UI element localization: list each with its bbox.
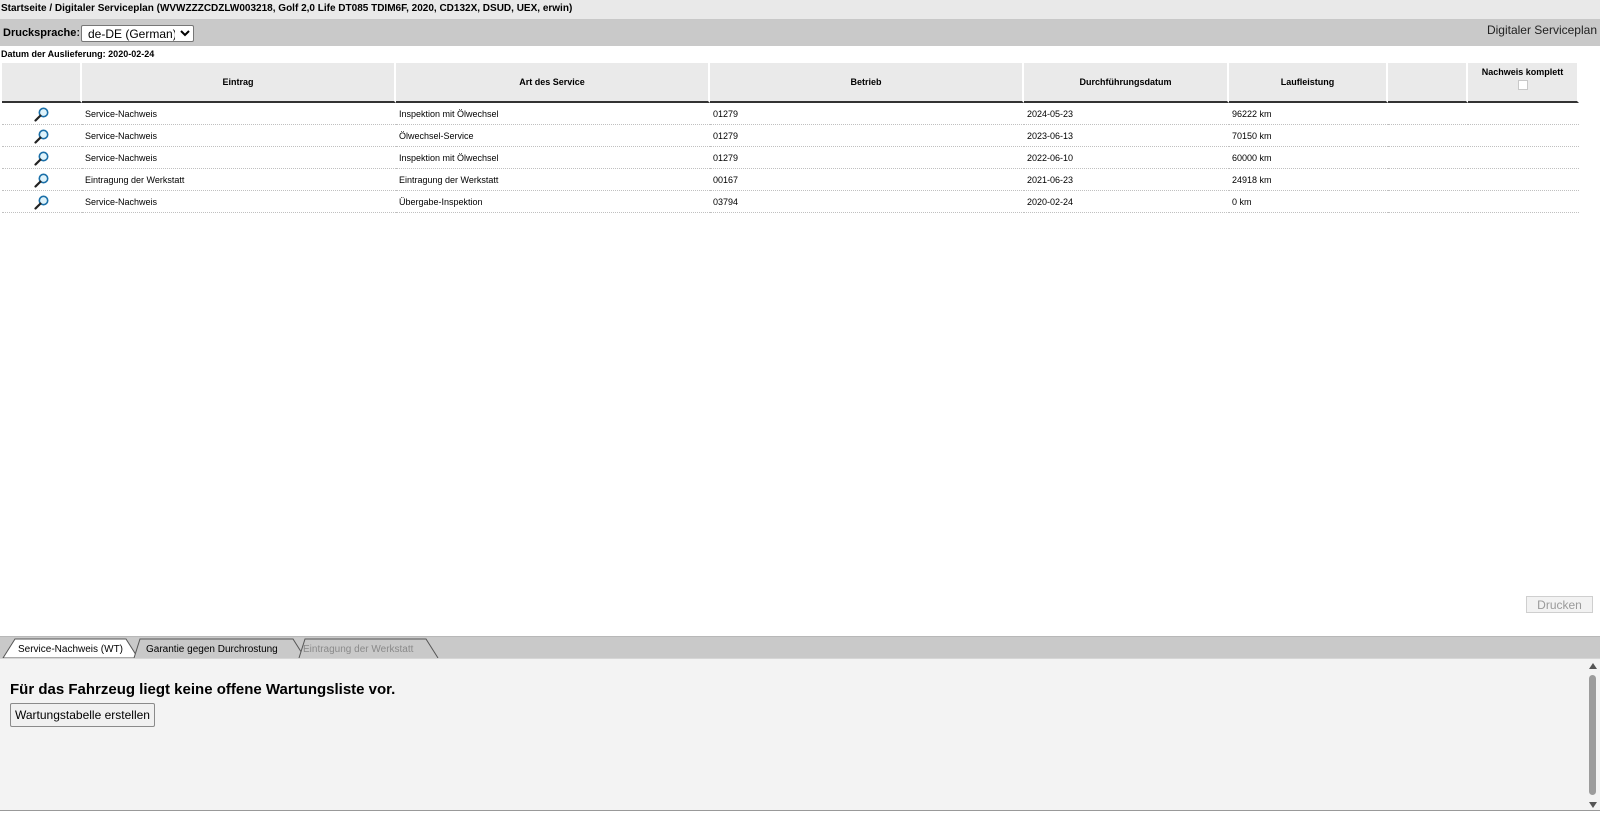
tab-eintragung[interactable]: Eintragung der Werkstatt	[298, 638, 439, 659]
toolbar: Druckspracheː de-DE (German) Digitaler S…	[0, 20, 1600, 46]
no-maintenance-message: Für das Fahrzeug liegt keine offene Wart…	[10, 681, 396, 698]
col-header-eintrag[interactable]: Eintrag	[82, 63, 396, 103]
cell-eintrag: Service-Nachweis	[82, 147, 396, 169]
row-detail-cell	[2, 147, 82, 169]
nachweis-komplett-label: Nachweis komplett	[1481, 67, 1564, 77]
table-row[interactable]: Service-Nachweis Inspektion mit Ölwechsel…	[2, 103, 1579, 125]
cell-art-des-service: Eintragung der Werkstatt	[396, 169, 710, 191]
tab-label-service-nachweis: Service-Nachweis (WT)	[18, 644, 123, 655]
table-row[interactable]: Service-Nachweis Übergabe-Inspektion 03794…	[2, 191, 1579, 213]
app-title: Digitaler Serviceplan	[1486, 23, 1597, 37]
cell-betrieb: 01279	[710, 125, 1024, 147]
row-detail-cell	[2, 103, 82, 125]
vertical-scrollbar[interactable]	[1586, 659, 1600, 812]
row-detail-cell	[2, 125, 82, 147]
magnifier-icon[interactable]	[34, 173, 50, 188]
cell-eintrag: Service-Nachweis	[82, 125, 396, 147]
scroll-thumb[interactable]	[1589, 675, 1596, 795]
tab-strip: Service-Nachweis (WT) Garantie gegen Dur…	[0, 638, 440, 659]
table-header-row: Eintrag Art des Service Betrieb Durchfüh…	[2, 63, 1579, 103]
cell-art-des-service: Übergabe-Inspektion	[396, 191, 710, 213]
table-row[interactable]: Eintragung der Werkstatt Eintragung der W…	[2, 169, 1579, 191]
cell-betrieb: 01279	[710, 147, 1024, 169]
cell-datum: 2023-06-13	[1024, 125, 1229, 147]
tab-service-nachweis[interactable]: Service-Nachweis (WT)	[2, 638, 139, 659]
tab-label-garantie: Garantie gegen Durchrostung	[146, 644, 278, 655]
nachweis-komplett-checkbox[interactable]	[1517, 80, 1528, 90]
cell-datum: 2024-05-23	[1024, 103, 1229, 125]
cell-nachweis-komplett	[1468, 169, 1579, 191]
cell-laufleistung: 60000 km	[1229, 147, 1388, 169]
cell-art-des-service: Inspektion mit Ölwechsel	[396, 147, 710, 169]
cell-empty	[1388, 169, 1468, 191]
cell-nachweis-komplett	[1468, 147, 1579, 169]
tab-bar: Service-Nachweis (WT) Garantie gegen Dur…	[0, 636, 1600, 659]
cell-laufleistung: 70150 km	[1229, 125, 1388, 147]
maintenance-panel: Für das Fahrzeug liegt keine offene Wart…	[0, 658, 1600, 811]
table-body: Service-Nachweis Inspektion mit Ölwechsel…	[2, 103, 1579, 213]
cell-nachweis-komplett	[1468, 191, 1579, 213]
col-header-laufleistung[interactable]: Laufleistung	[1229, 63, 1388, 103]
magnifier-icon[interactable]	[34, 129, 50, 144]
col-header-nachweis-komplett: Nachweis komplett	[1468, 63, 1579, 103]
cell-nachweis-komplett	[1468, 103, 1579, 125]
delivery-date: Datum der Auslieferung: 2020-02-24	[1, 49, 155, 59]
cell-empty	[1388, 147, 1468, 169]
print-button[interactable]: Drucken	[1526, 596, 1593, 613]
table-row[interactable]: Service-Nachweis Inspektion mit Ölwechsel…	[2, 147, 1579, 169]
tab-garantie[interactable]: Garantie gegen Durchrostung	[133, 638, 306, 659]
col-header-empty	[1388, 63, 1468, 103]
cell-datum: 2020-02-24	[1024, 191, 1229, 213]
row-detail-cell	[2, 191, 82, 213]
cell-betrieb: 00167	[710, 169, 1024, 191]
row-detail-cell	[2, 169, 82, 191]
tab-label-eintragung: Eintragung der Werkstatt	[303, 644, 414, 655]
cell-nachweis-komplett	[1468, 125, 1579, 147]
magnifier-icon[interactable]	[34, 195, 50, 210]
table-row[interactable]: Service-Nachweis Ölwechsel-Service 01279 20…	[2, 125, 1579, 147]
cell-laufleistung: 96222 km	[1229, 103, 1388, 125]
service-table: Eintrag Art des Service Betrieb Durchfüh…	[2, 63, 1579, 213]
cell-empty	[1388, 103, 1468, 125]
col-header-betrieb[interactable]: Betrieb	[710, 63, 1024, 103]
cell-eintrag: Service-Nachweis	[82, 191, 396, 213]
cell-betrieb: 03794	[710, 191, 1024, 213]
scroll-up-arrow-icon[interactable]	[1589, 663, 1597, 669]
cell-art-des-service: Inspektion mit Ölwechsel	[396, 103, 710, 125]
cell-art-des-service: Ölwechsel-Service	[396, 125, 710, 147]
cell-datum: 2022-06-10	[1024, 147, 1229, 169]
cell-laufleistung: 0 km	[1229, 191, 1388, 213]
cell-betrieb: 01279	[710, 103, 1024, 125]
cell-datum: 2021-06-23	[1024, 169, 1229, 191]
magnifier-icon[interactable]	[34, 107, 50, 122]
col-header-icon	[2, 63, 82, 103]
col-header-datum[interactable]: Durchführungsdatum	[1024, 63, 1229, 103]
scroll-down-arrow-icon[interactable]	[1589, 802, 1597, 808]
print-language-label: Druckspracheː	[3, 27, 81, 39]
cell-laufleistung: 24918 km	[1229, 169, 1388, 191]
cell-empty	[1388, 191, 1468, 213]
col-header-art[interactable]: Art des Service	[396, 63, 710, 103]
magnifier-icon[interactable]	[34, 151, 50, 166]
cell-eintrag: Service-Nachweis	[82, 103, 396, 125]
print-language-select[interactable]: de-DE (German)	[81, 25, 194, 42]
create-maintenance-table-button[interactable]: Wartungstabelle erstellen	[10, 703, 155, 727]
cell-eintrag: Eintragung der Werkstatt	[82, 169, 396, 191]
breadcrumb: Startseite / Digitaler Serviceplan (WVWZ…	[0, 0, 1600, 20]
cell-empty	[1388, 125, 1468, 147]
